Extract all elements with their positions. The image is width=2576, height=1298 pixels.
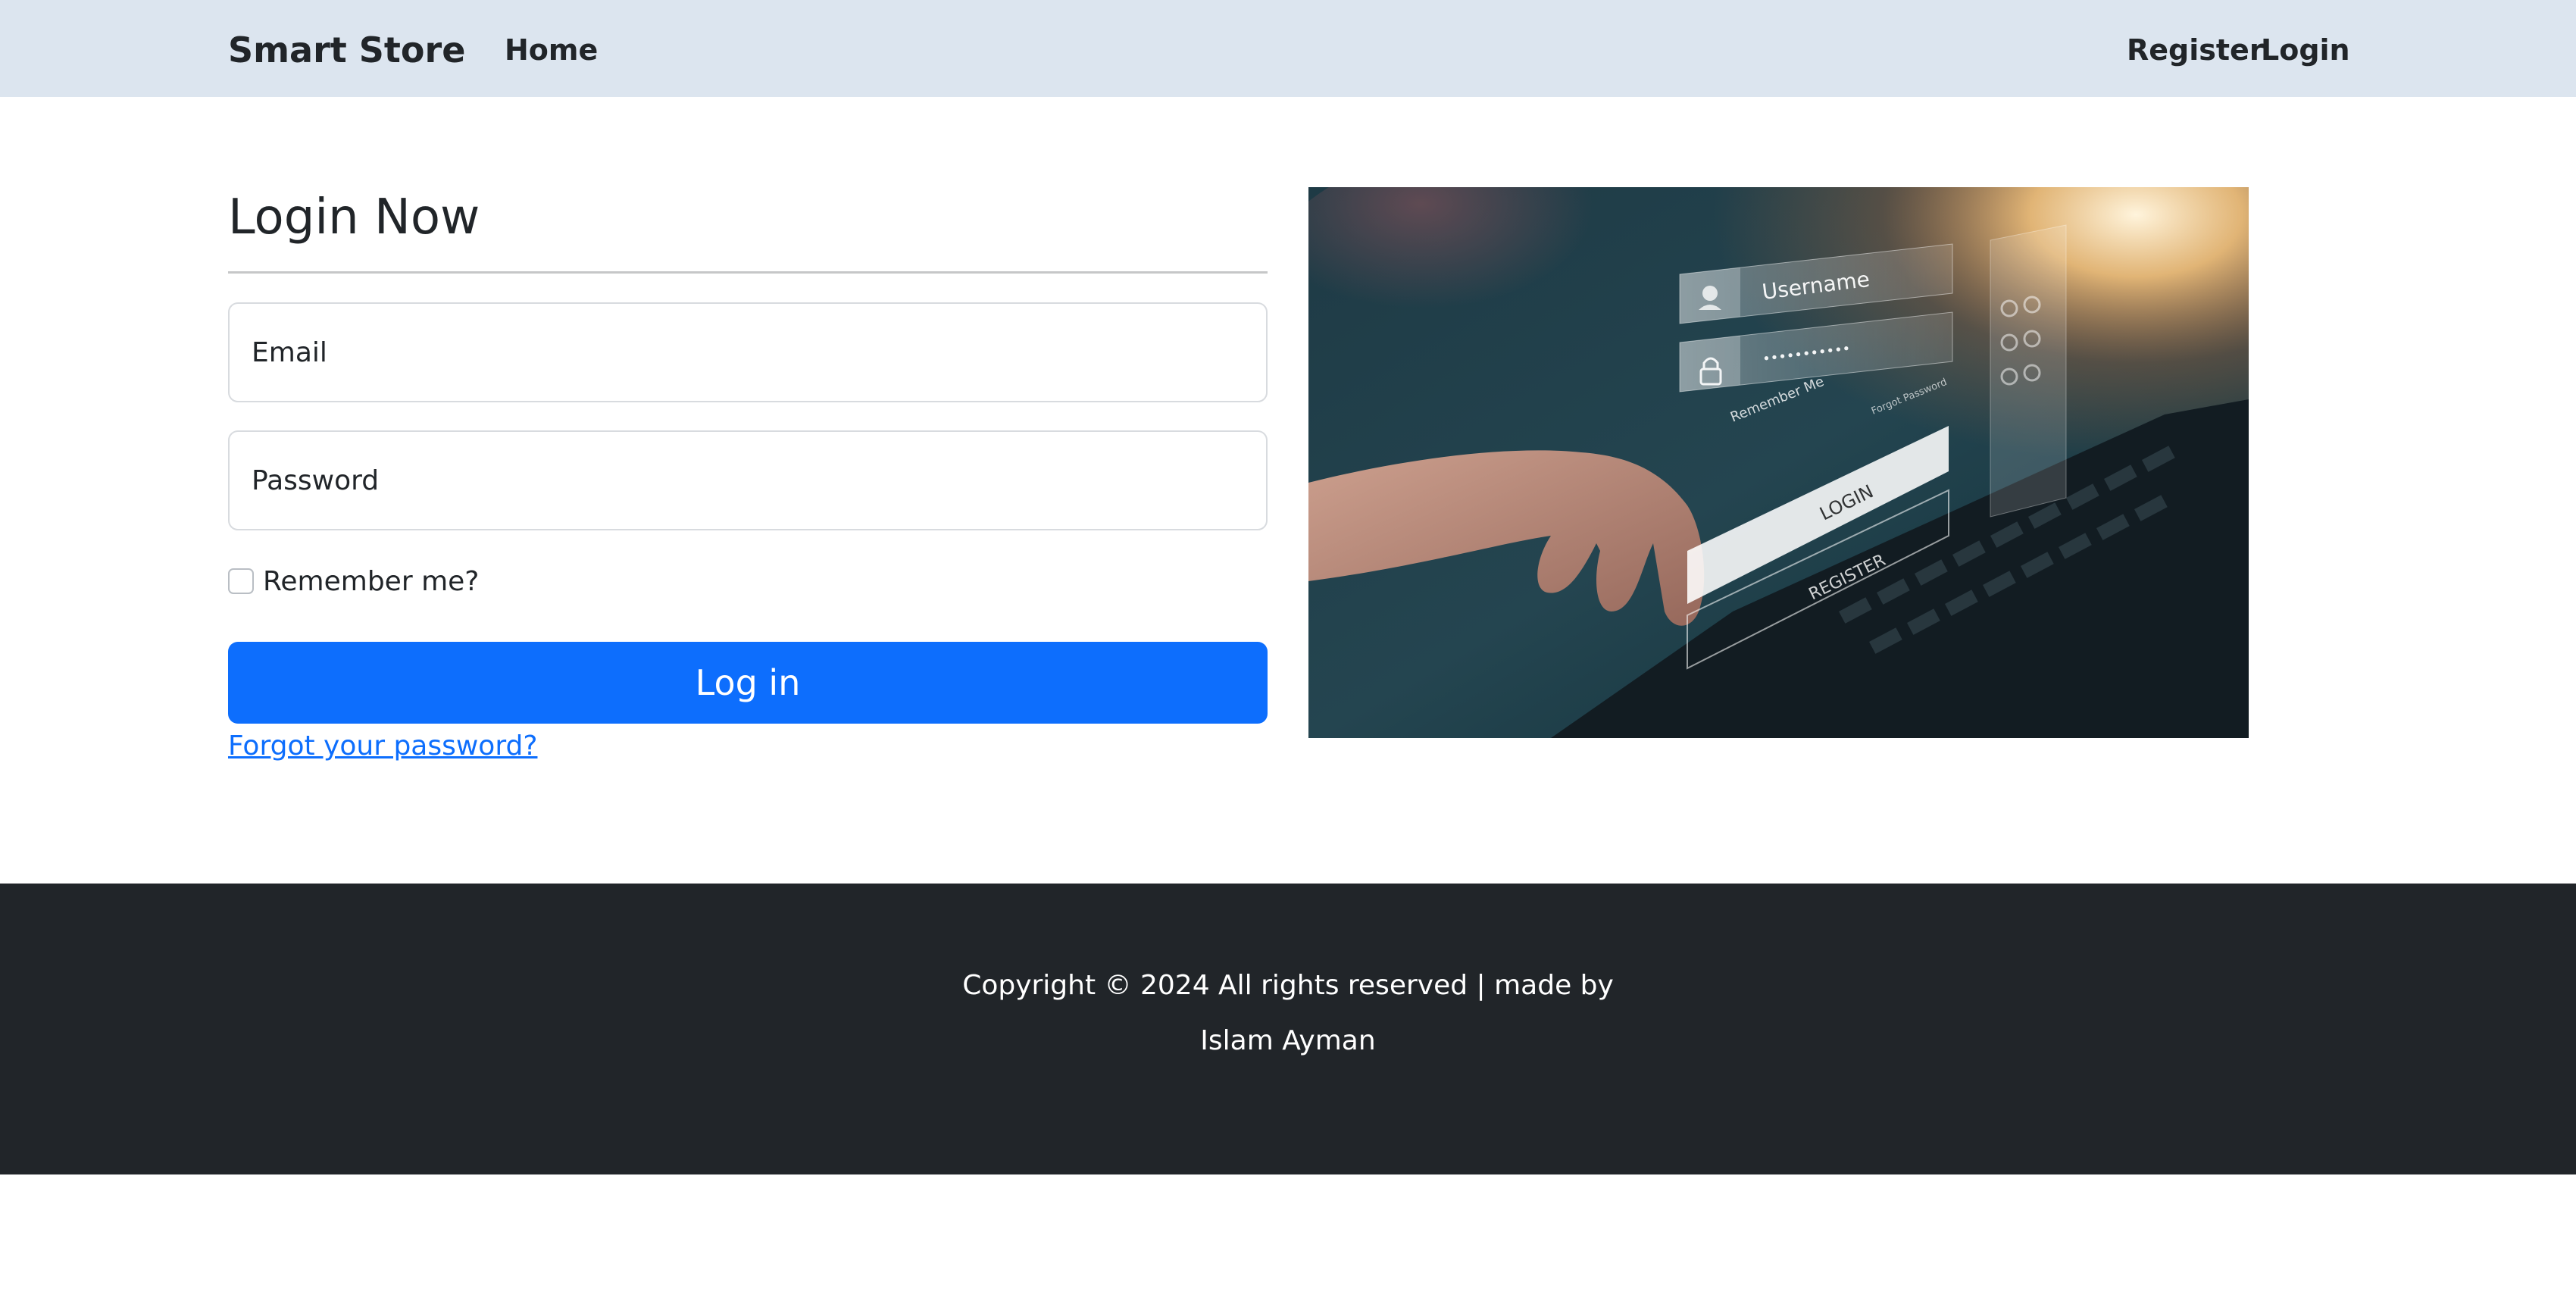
brand-logo[interactable]: Smart Store (228, 29, 465, 71)
navbar: Smart Store Home Register Login (0, 0, 2576, 97)
email-field[interactable]: Email (228, 302, 1268, 402)
nav-login-link[interactable]: Login (2261, 32, 2350, 68)
email-placeholder: Email (252, 336, 327, 368)
login-button[interactable]: Log in (228, 642, 1268, 724)
footer-author: Islam Ayman (1200, 1025, 1376, 1056)
footer: Copyright © 2024 All rights reserved | m… (0, 884, 2576, 1174)
remember-me-checkbox[interactable] (228, 568, 254, 594)
forgot-password-link[interactable]: Forgot your password? (228, 727, 537, 765)
page-title: Login Now (228, 189, 480, 246)
remember-me-row: Remember me? (228, 562, 479, 600)
remember-me-label[interactable]: Remember me? (263, 566, 479, 597)
footer-copyright: Copyright © 2024 All rights reserved | m… (962, 970, 1614, 1001)
nav-register-link[interactable]: Register (2127, 32, 2264, 68)
login-hero-image: Username ••••••••••• Remember Me Forgot … (1308, 187, 2249, 738)
password-field[interactable]: Password (228, 430, 1268, 530)
password-placeholder: Password (252, 464, 380, 496)
title-divider (228, 271, 1268, 274)
nav-home-link[interactable]: Home (505, 32, 598, 68)
